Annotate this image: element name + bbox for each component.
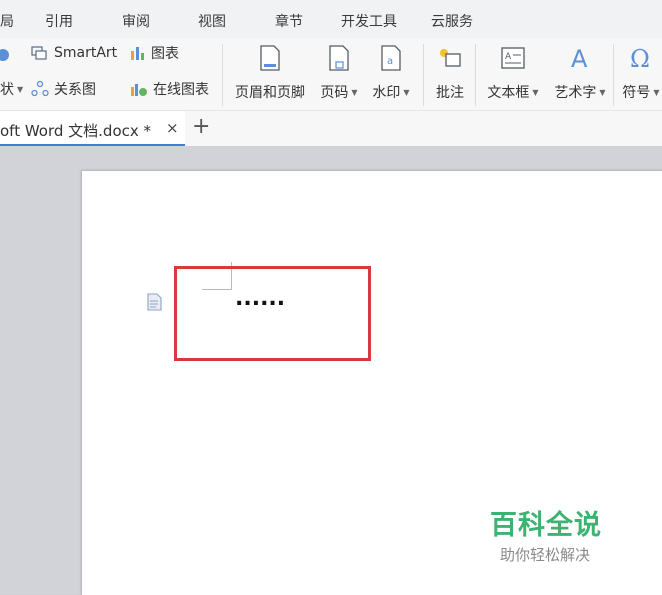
page-number-button[interactable]: 页码 ▼ [317,42,361,106]
relation-chart-label: 关系图 [54,82,96,98]
online-chart-label: 在线图表 [153,82,209,98]
page-number-icon [329,45,349,71]
caret-down-icon: ▼ [17,84,24,94]
style-partial-label: 状 [0,82,14,98]
chart-label: 图表 [151,46,179,62]
comment-label: 批注 [436,85,464,101]
smartart-icon [31,46,47,60]
caret-down-icon: ▼ [599,87,606,97]
omega-symbol-icon: Ω [630,45,650,71]
ribbon-divider [222,44,223,106]
caret-down-icon: ▼ [351,87,358,97]
relation-chart-button[interactable]: 关系图 [31,78,96,100]
svg-text:A: A [505,52,512,62]
menu-item-view[interactable]: 视图 [198,11,226,31]
header-footer-label: 页眉和页脚 [235,85,305,101]
menu-item-partial[interactable]: 局 [0,11,14,31]
relation-chart-icon [31,80,49,97]
red-highlight-box [174,266,371,361]
bar-chart-icon [131,47,144,60]
page-number-label: 页码 [320,85,349,101]
style-partial-button[interactable]: 状 ▼ [0,78,23,100]
chart-button[interactable]: 图表 [130,42,179,64]
watermark-title: 百科全说 [490,510,602,541]
watermark-icon: a [381,45,401,71]
document-tab[interactable]: oft Word 文档.docx * × [0,111,185,146]
comment-icon [440,49,461,67]
word-art-label: 艺术字 [554,85,597,101]
watermark-label: 水印 [372,85,401,101]
menu-item-references[interactable]: 引用 [45,11,73,31]
watermark-subtitle: 助你轻松解决 [500,546,591,564]
document-tab-bar: oft Word 文档.docx * × + [0,111,662,147]
menu-item-cloud[interactable]: 云服务 [431,11,473,31]
header-footer-button[interactable]: 页眉和页脚 [232,42,308,106]
style-partial-icon-button[interactable] [0,42,17,64]
text-box-button[interactable]: A 文本框 ▼ [485,42,541,106]
text-box-label: 文本框 [487,85,530,101]
document-tab-title: oft Word 文档.docx * [0,122,152,140]
ribbon-divider [613,44,614,106]
new-tab-plus-icon[interactable]: + [192,114,210,139]
symbol-label: 符号 [622,85,651,101]
online-chart-button[interactable]: 在线图表 [130,78,209,100]
watermark-button[interactable]: a 水印 ▼ [369,42,413,106]
ribbon-toolbar: 状 ▼ SmartArt 图表 关系图 在线图表 页眉和页脚 页码 ▼ a 水印… [0,38,662,111]
symbol-button[interactable]: Ω 符号 ▼ [620,42,662,106]
svg-text:A: A [571,45,588,71]
text-box-icon: A [501,47,525,69]
ribbon-divider [423,44,424,106]
online-chart-icon [131,84,147,96]
caret-down-icon: ▼ [653,87,660,97]
menu-item-developer[interactable]: 开发工具 [341,11,397,31]
smartart-button[interactable]: SmartArt [31,42,117,64]
menu-bar: 局 引用 审阅 视图 章节 开发工具 云服务 [0,0,662,38]
svg-text:a: a [387,56,393,67]
baike-watermark-logo: 百科全说 助你轻松解决 [490,503,640,565]
caret-down-icon: ▼ [532,87,539,97]
close-icon[interactable]: × [166,119,179,137]
menu-item-review[interactable]: 审阅 [122,11,150,31]
header-footer-icon [260,45,280,71]
word-art-icon: A [571,45,588,71]
smartart-label: SmartArt [54,45,118,61]
ribbon-divider [475,44,476,106]
paragraph-layout-icon[interactable] [146,292,164,312]
svg-text:Ω: Ω [630,45,650,71]
caret-down-icon: ▼ [403,87,410,97]
shape-style-icon [0,49,9,61]
comment-button[interactable]: 批注 [432,42,468,106]
word-art-button[interactable]: A 艺术字 ▼ [551,42,609,106]
menu-item-section[interactable]: 章节 [275,11,303,31]
